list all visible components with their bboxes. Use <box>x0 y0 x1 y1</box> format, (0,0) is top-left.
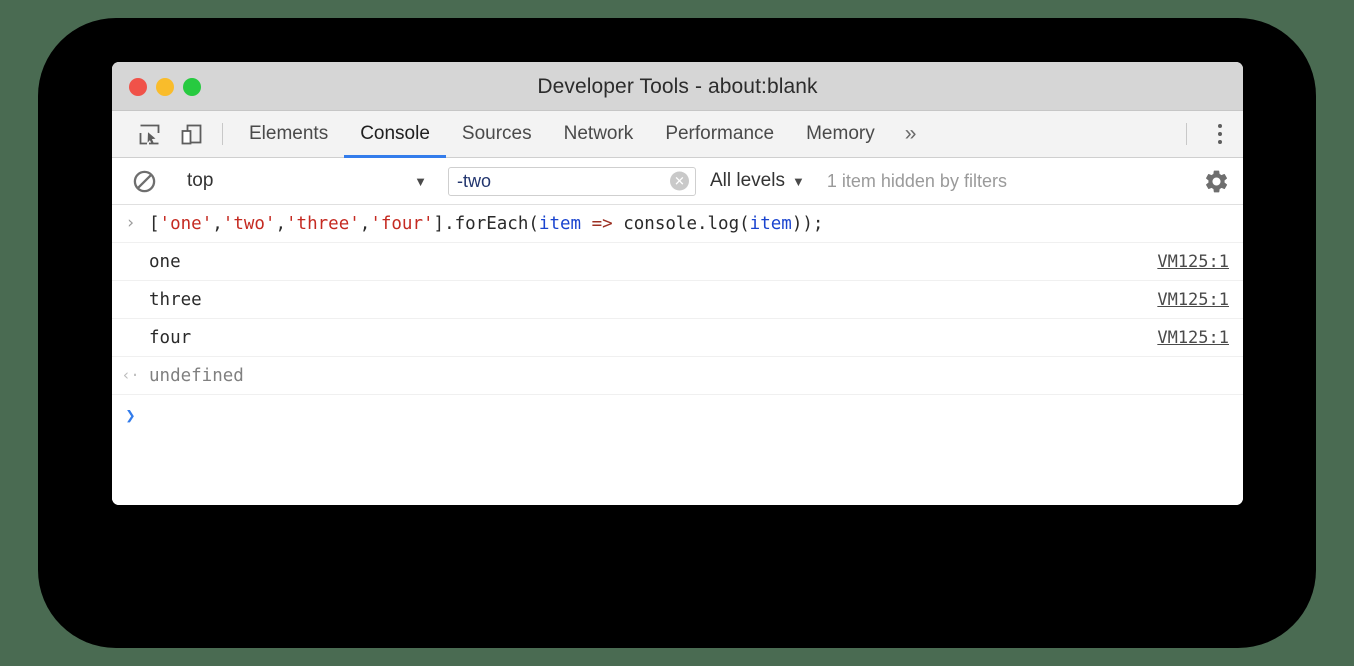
filter-input[interactable] <box>448 167 696 196</box>
toolbar-divider <box>1186 123 1187 145</box>
tab-label: Memory <box>806 123 875 145</box>
source-location-link[interactable]: VM125:1 <box>1157 252 1229 272</box>
clear-console-icon[interactable] <box>122 169 166 194</box>
chevron-down-icon: ▼ <box>792 174 805 189</box>
code-token-var: item <box>750 214 792 234</box>
code-token-plain: , <box>212 214 223 234</box>
tab-memory[interactable]: Memory <box>790 111 891 157</box>
code-token-plain: console.log( <box>613 214 750 234</box>
console-row-log: three VM125:1 <box>112 281 1243 319</box>
chevron-down-icon: ▼ <box>414 174 427 189</box>
console-filter-toolbar: top ▼ ✕ All levels ▼ 1 item hidden by fi… <box>112 158 1243 205</box>
tab-sources[interactable]: Sources <box>446 111 548 157</box>
console-row-log: one VM125:1 <box>112 243 1243 281</box>
code-token-arrow: => <box>592 214 613 234</box>
console-filter-field: ✕ <box>448 167 696 196</box>
device-toolbar-icon[interactable] <box>170 111 212 157</box>
result-arrow-icon: ‹· <box>112 368 149 383</box>
tab-label: Performance <box>665 123 774 145</box>
console-message-list[interactable]: ›['one','two','three','four'].forEach(it… <box>112 205 1243 505</box>
source-location-link[interactable]: VM125:1 <box>1157 290 1229 310</box>
tabbar-right-group <box>1176 111 1243 157</box>
code-token-plain: , <box>275 214 286 234</box>
code-token-plain: ].forEach( <box>434 214 539 234</box>
code-token-str: 'three' <box>286 214 360 234</box>
input-caret-icon: › <box>112 215 149 232</box>
console-row-text: three <box>149 290 1145 310</box>
code-token-plain <box>581 214 592 234</box>
console-row-text: ['one','two','three','four'].forEach(ite… <box>149 214 1229 234</box>
prompt-caret-icon: ❯ <box>112 408 149 425</box>
console-row-text: one <box>149 252 1145 272</box>
gear-icon[interactable] <box>1189 168 1243 195</box>
filterbar-right-group <box>1168 158 1243 204</box>
devtools-tabbar: Elements Console Sources Network Perform… <box>112 111 1243 158</box>
code-token-str: 'two' <box>223 214 276 234</box>
tab-label: Console <box>360 123 430 145</box>
tab-label: Elements <box>249 123 328 145</box>
tab-performance[interactable]: Performance <box>649 111 790 157</box>
tab-label: Network <box>564 123 634 145</box>
log-level-selector[interactable]: All levels ▼ <box>710 170 805 192</box>
console-row-result: ‹·undefined <box>112 357 1243 395</box>
panel-tab-list: Elements Console Sources Network Perform… <box>233 111 930 157</box>
code-token-str: 'one' <box>160 214 213 234</box>
kebab-dot <box>1218 132 1222 136</box>
source-location-link[interactable]: VM125:1 <box>1157 328 1229 348</box>
tab-console[interactable]: Console <box>344 111 446 157</box>
code-token-var: item <box>539 214 581 234</box>
devtools-window: Developer Tools - about:blank Elements C… <box>112 62 1243 505</box>
code-token-plain: [ <box>149 214 160 234</box>
window-titlebar: Developer Tools - about:blank <box>112 62 1243 111</box>
more-options-icon[interactable] <box>1197 111 1243 157</box>
kebab-dot <box>1218 124 1222 128</box>
console-row-text: four <box>149 328 1145 348</box>
console-row-prompt: ❯ <box>112 395 1243 437</box>
console-row-input: ›['one','two','three','four'].forEach(it… <box>112 205 1243 243</box>
kebab-dot <box>1218 140 1222 144</box>
console-row-log: four VM125:1 <box>112 319 1243 357</box>
code-token-plain: , <box>360 214 371 234</box>
log-level-label: All levels <box>710 170 785 192</box>
tab-label: Sources <box>462 123 532 145</box>
clear-filter-icon[interactable]: ✕ <box>670 172 689 191</box>
code-token-plain: )); <box>792 214 824 234</box>
execution-context-value: top <box>187 170 414 192</box>
tab-elements[interactable]: Elements <box>233 111 344 157</box>
window-title: Developer Tools - about:blank <box>112 62 1243 111</box>
execution-context-selector[interactable]: top ▼ <box>187 158 427 204</box>
console-row-text: undefined <box>149 366 1229 386</box>
hidden-items-message: 1 item hidden by filters <box>827 171 1007 192</box>
tab-network[interactable]: Network <box>548 111 650 157</box>
inspect-element-icon[interactable] <box>128 111 170 157</box>
code-token-str: 'four' <box>370 214 433 234</box>
more-tabs-icon[interactable]: » <box>891 111 931 157</box>
toolbar-divider <box>222 123 223 145</box>
